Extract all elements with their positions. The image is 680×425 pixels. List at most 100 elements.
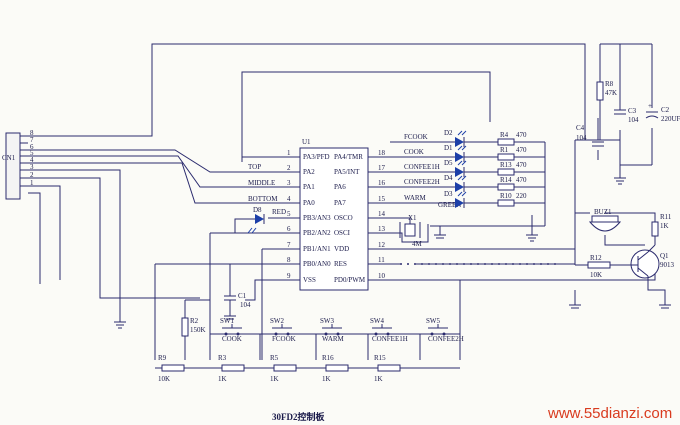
led-resistor-value: 220: [516, 192, 527, 200]
ic-u1: U1 1 PA3/PFD 2 PA2 3 PA1 4 PA0 5 PB3/AN3 6 PB2/AN2 7…: [275, 138, 390, 291]
resistor-r9: R9 10K: [158, 354, 185, 383]
ic-right-pin-name: PA5/INT: [334, 168, 360, 176]
crystal-value: 4M: [412, 240, 423, 248]
ic-left-pin-number: 1: [287, 149, 291, 157]
led-resistor: [497, 153, 515, 161]
resistor-value: 1K: [270, 375, 279, 383]
r12-ref: R12: [590, 254, 602, 262]
switch-sw5: SW5 CONFEE2H: [426, 317, 464, 343]
led-d2: FCOOK D2 R4 470: [404, 129, 527, 147]
caption: 30FD2控制板: [272, 411, 325, 422]
led-resistor: [497, 183, 515, 191]
resistor-r3: R3 1K: [218, 354, 245, 383]
ic-left-pin-name: PA2: [303, 168, 315, 176]
c3-ref: C3: [628, 107, 637, 115]
resistor-body: [221, 364, 245, 372]
ic-left-pin-name: PB2/AN2: [303, 229, 331, 237]
r2-ref: R2: [190, 317, 199, 325]
ic-right-pin-name: PA6: [334, 183, 346, 191]
switch-sw2: SW2 FCOOK: [270, 317, 296, 343]
switch-label: COOK: [222, 335, 242, 343]
switch-label: WARM: [322, 335, 345, 343]
led-resistor-ref: R1: [500, 146, 509, 154]
resistor-r2: R2 150K: [181, 317, 206, 337]
ic-right-pin-number: 13: [378, 225, 386, 233]
led-body: [455, 137, 464, 147]
r2-value: 150K: [190, 326, 206, 334]
resistor-ref: R5: [270, 354, 279, 362]
ic-right-pin-name: VDD: [334, 245, 349, 253]
q1-ref: Q1: [660, 252, 669, 260]
net-label-red: RED: [272, 208, 286, 216]
switch-ref: SW1: [220, 317, 235, 325]
net-label-top: TOP: [248, 163, 261, 171]
resistor-r12: R12 10K: [587, 254, 611, 279]
ic-left-pin-name: PA3/PFD: [303, 153, 330, 161]
led-d1: COOK D1 R1 470: [404, 144, 527, 162]
resistor-value: 1K: [322, 375, 331, 383]
c2-value: 220UF: [661, 115, 680, 123]
led-d4: CONFEE2H D4 R14 470: [404, 174, 527, 192]
resistor-value: 1K: [374, 375, 383, 383]
watermark: www.55dianzi.com: [547, 405, 672, 422]
buzzer-buz1: BUZ1: [588, 208, 622, 232]
ic-left-pin-number: 9: [287, 272, 291, 280]
switch-sw3: SW3 WARM: [320, 317, 345, 343]
ic-left-pin-number: 3: [287, 179, 291, 187]
resistor-body: [273, 364, 297, 372]
ic-right-pin-number: 17: [378, 164, 386, 172]
led-net-label: COOK: [404, 148, 424, 156]
r8-ref: R8: [605, 80, 614, 88]
net-label-middle: MIDDLE: [248, 179, 275, 187]
resistor-body: [325, 364, 349, 372]
r11-value: 1K: [660, 222, 669, 230]
resistor-ref: R9: [158, 354, 167, 362]
resistor-ref: R3: [218, 354, 227, 362]
resistor-ref: R16: [322, 354, 334, 362]
resistor-ref: R15: [374, 354, 386, 362]
led-resistor-value: 470: [516, 146, 527, 154]
c2-ref: C2: [661, 106, 670, 114]
ic-right-pin-name: PA7: [334, 199, 346, 207]
led-ref: D1: [444, 144, 453, 152]
net-label-bottom: BOTTOM: [248, 195, 278, 203]
transistor-q1: Q1 9013: [630, 244, 675, 280]
led-indicators: FCOOK D2 R4 470COOK D1 R1 470CONFEE1H D5 R13 470C…: [404, 129, 527, 209]
ic-right-pin-number: 12: [378, 241, 386, 249]
switch-ref: SW4: [370, 317, 385, 325]
led-resistor-ref: R14: [500, 176, 512, 184]
led-d8-ref: D8: [253, 206, 262, 214]
led-resistor-value: 470: [516, 131, 527, 139]
c1-value: 104: [240, 301, 251, 309]
ic-right-pin-number: 11: [378, 256, 385, 264]
led-resistor: [497, 199, 515, 207]
ic-right-pin-number: 15: [378, 195, 386, 203]
switch-sw1: SW1 COOK: [220, 317, 242, 343]
ic-right-pin-name: RES: [334, 260, 347, 268]
switch-ref: SW3: [320, 317, 335, 325]
led-ref: D4: [444, 174, 453, 182]
resistor-r5: R5 1K: [270, 354, 297, 383]
led-net-label: FCOOK: [404, 133, 428, 141]
ic-right-pin-name: OSCI: [334, 229, 351, 237]
ic-left-pin-name: PB1/AN1: [303, 245, 331, 253]
buzzer-ref: BUZ1: [594, 208, 612, 216]
ic-right-pin-number: 18: [378, 149, 386, 157]
led-resistor-ref: R13: [500, 161, 512, 169]
cn1-label: CN1: [2, 154, 16, 162]
r11-ref: R11: [660, 213, 672, 221]
r8-resistor: [596, 81, 604, 101]
ic-right-pin-number: 14: [378, 210, 386, 218]
led-net-label: WARM: [404, 194, 427, 202]
ic-left-pin-number: 5: [287, 210, 291, 218]
c4-ref: C4: [576, 124, 585, 132]
ic-left-pin-name: VSS: [303, 276, 316, 284]
r12-value: 10K: [590, 271, 602, 279]
resistor-value: 10K: [158, 375, 170, 383]
ic-left-pin-number: 2: [287, 164, 291, 172]
svg-text:+: +: [648, 102, 652, 110]
ic-right-pin-name: PD0/PWM: [334, 276, 366, 284]
switch-ref: SW2: [270, 317, 285, 325]
cn1-pin-number: 2: [30, 171, 34, 179]
led-ref: D3: [444, 190, 453, 198]
